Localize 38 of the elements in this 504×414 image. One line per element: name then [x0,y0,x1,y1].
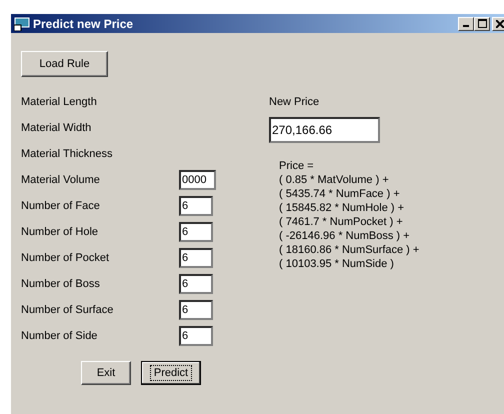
exit-button[interactable]: Exit [81,361,131,385]
input-field[interactable]: 0000 [179,170,216,190]
maximize-icon [478,19,486,28]
field-label: Number of Side [21,330,98,342]
price-field[interactable]: 270,166.66 [269,117,380,143]
close-button[interactable] [492,16,504,30]
field-label: Number of Face [21,200,100,212]
field-label: Number of Hole [21,226,98,238]
input-field[interactable]: 6 [179,326,213,346]
formula-line: ( 18160.86 * NumSurface ) + [279,243,420,257]
close-icon [496,20,504,28]
predict-button[interactable]: Predict [141,361,201,385]
maximize-button[interactable] [474,16,490,30]
formula-line: ( -26146.96 * NumBoss ) + [279,229,411,243]
formula-line: ( 10103.95 * NumSide ) [279,257,395,271]
minimize-button[interactable] [458,16,474,30]
field-label: Material Length [21,96,97,108]
formula-line: ( 0.85 * MatVolume ) + [279,173,390,187]
input-field[interactable]: 6 [179,248,213,268]
field-label: Number of Pocket [21,252,110,264]
field-label: Number of Boss [21,278,100,290]
input-field[interactable]: 6 [179,222,213,242]
formula-line: ( 5435.74 * NumFace ) + [279,187,401,201]
formula-line: ( 7461.7 * NumPocket ) + [279,215,404,229]
input-field[interactable]: 6 [179,196,213,216]
formula-line: ( 15845.82 * NumHole ) + [279,201,406,215]
load-rule-button[interactable]: Load Rule [21,51,108,77]
field-label: Material Width [21,122,92,134]
app-icon [14,16,30,30]
minimize-icon [463,25,469,27]
field-label: Number of Surface [21,304,114,316]
field-label: Material Volume [21,174,100,186]
field-label: Material Thickness [21,148,112,160]
input-field[interactable]: 6 [179,300,213,320]
window-title: Predict new Price [33,16,134,30]
input-field[interactable]: 6 [179,274,213,294]
new-price-label: New Price [269,95,320,110]
formula-line: Price = [279,159,315,173]
